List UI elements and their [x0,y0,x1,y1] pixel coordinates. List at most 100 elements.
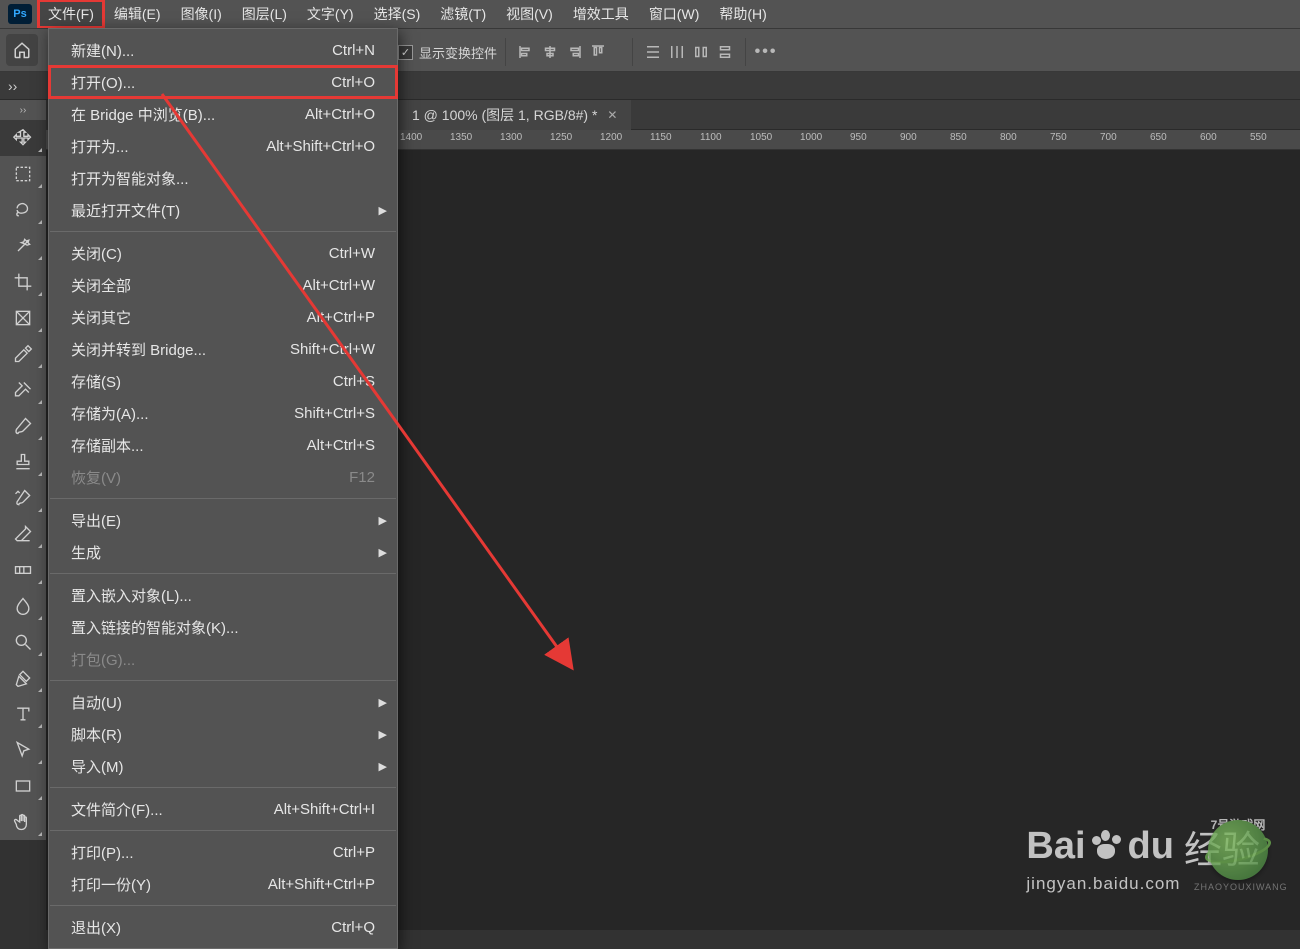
menu-separator [50,573,396,574]
menu-item[interactable]: 在 Bridge 中浏览(B)...Alt+Ctrl+O [49,98,397,130]
menu-separator [50,680,396,681]
menu-item[interactable]: 打开为智能对象... [49,162,397,194]
menu-item[interactable]: 存储(S)Ctrl+S [49,365,397,397]
ruler-tick-label: 800 [1000,132,1017,143]
align-right-icon[interactable] [562,40,586,64]
magic-wand-tool[interactable] [0,228,46,264]
ruler-tick-label: 650 [1150,132,1167,143]
type-tool[interactable] [0,696,46,732]
menu-item[interactable]: 最近打开文件(T)▶ [49,194,397,226]
menu-item-label: 打包(G)... [71,649,135,670]
menu-选择[interactable]: 选择(S) [364,0,431,28]
ruler-tick-label: 1400 [400,132,422,143]
eraser-tool[interactable] [0,516,46,552]
menu-item[interactable]: 打开为...Alt+Shift+Ctrl+O [49,130,397,162]
paw-icon [1090,830,1124,864]
pen-tool[interactable] [0,660,46,696]
healing-tool[interactable] [0,372,46,408]
document-tab[interactable]: 1 @ 100% (图层 1, RGB/8#) * ✕ [398,100,631,130]
more-options-icon[interactable]: ••• [754,40,778,64]
stamp-tool[interactable] [0,444,46,480]
align-left-icon[interactable] [514,40,538,64]
rectangle-tool[interactable] [0,768,46,804]
gradient-tool[interactable] [0,552,46,588]
toolbox-expand-icon[interactable]: ›› [0,100,46,120]
ruler-tick-label: 1100 [700,132,722,143]
blur-tool[interactable] [0,588,46,624]
menu-item-label: 打印一份(Y) [71,874,151,895]
menu-item[interactable]: 生成▶ [49,536,397,568]
menu-文字[interactable]: 文字(Y) [297,0,364,28]
divider [505,38,506,66]
show-transform-checkbox[interactable]: ✓ [398,45,413,60]
menu-图像[interactable]: 图像(I) [171,0,232,28]
menu-item[interactable]: 文件简介(F)...Alt+Shift+Ctrl+I [49,793,397,825]
menu-帮助[interactable]: 帮助(H) [709,0,776,28]
menu-item-label: 最近打开文件(T) [71,200,180,221]
history-brush-tool[interactable] [0,480,46,516]
align-hcenter-icon[interactable] [538,40,562,64]
menu-窗口[interactable]: 窗口(W) [639,0,710,28]
ruler-tick-label: 600 [1200,132,1217,143]
menu-文件[interactable]: 文件(F) [38,0,104,28]
submenu-arrow-icon: ▶ [379,728,387,741]
menu-item[interactable]: 打开(O)...Ctrl+O [49,66,397,98]
home-button[interactable] [6,34,38,66]
menu-item[interactable]: 新建(N)...Ctrl+N [49,34,397,66]
eyedropper-tool[interactable] [0,336,46,372]
menu-item[interactable]: 导出(E)▶ [49,504,397,536]
ruler-tick-label: 900 [900,132,917,143]
menu-滤镜[interactable]: 滤镜(T) [430,0,496,28]
ruler-tick-label: 1350 [450,132,472,143]
dist-h-icon[interactable] [713,40,737,64]
menu-编辑[interactable]: 编辑(E) [104,0,171,28]
menu-item[interactable]: 自动(U)▶ [49,686,397,718]
menu-item[interactable]: 打印(P)...Ctrl+P [49,836,397,868]
align-top-icon[interactable] [586,40,610,64]
menu-item[interactable]: 置入嵌入对象(L)... [49,579,397,611]
path-select-tool[interactable] [0,732,46,768]
site-logo-watermark: 7号游戏网 ZHAOYOUXIWANG [1194,820,1282,908]
menu-item[interactable]: 关闭(C)Ctrl+W [49,237,397,269]
menu-增效工具[interactable]: 增效工具 [563,0,639,28]
menu-item[interactable]: 存储副本...Alt+Ctrl+S [49,429,397,461]
menu-视图[interactable]: 视图(V) [496,0,563,28]
dist-top-icon[interactable] [641,40,665,64]
menu-item-label: 打开为... [71,136,129,157]
crop-tool[interactable] [0,264,46,300]
ruler-tick-label: 1200 [600,132,622,143]
dist-bottom-icon[interactable] [689,40,713,64]
menu-item-shortcut: Ctrl+O [331,74,375,91]
menu-item-label: 在 Bridge 中浏览(B)... [71,104,215,125]
menu-item[interactable]: 脚本(R)▶ [49,718,397,750]
menu-item[interactable]: 关闭其它Alt+Ctrl+P [49,301,397,333]
show-transform-label: 显示变换控件 [419,43,497,62]
close-tab-icon[interactable]: ✕ [607,108,617,122]
ruler-tick-label: 1300 [500,132,522,143]
menu-item[interactable]: 置入链接的智能对象(K)... [49,611,397,643]
menu-item-label: 打印(P)... [71,842,134,863]
hand-tool[interactable] [0,804,46,840]
menu-item-shortcut: Shift+Ctrl+S [294,405,375,422]
dist-vcenter-icon[interactable] [665,40,689,64]
ruler-tick-label: 1150 [650,132,672,143]
dodge-tool[interactable] [0,624,46,660]
menu-separator [50,498,396,499]
move-tool[interactable] [0,120,46,156]
menu-item-label: 导入(M) [71,756,124,777]
watermark-text: du [1128,825,1174,868]
menu-item[interactable]: 导入(M)▶ [49,750,397,782]
brush-tool[interactable] [0,408,46,444]
marquee-tool[interactable] [0,156,46,192]
menu-item[interactable]: 关闭并转到 Bridge...Shift+Ctrl+W [49,333,397,365]
menu-item[interactable]: 打印一份(Y)Alt+Shift+Ctrl+P [49,868,397,900]
frame-tool[interactable] [0,300,46,336]
menu-图层[interactable]: 图层(L) [232,0,297,28]
menu-item[interactable]: 关闭全部Alt+Ctrl+W [49,269,397,301]
menu-item[interactable]: 存储为(A)...Shift+Ctrl+S [49,397,397,429]
menu-item-label: 新建(N)... [71,40,134,61]
ps-logo-icon: Ps [8,4,32,24]
menu-item[interactable]: 退出(X)Ctrl+Q [49,911,397,943]
menu-item: 恢复(V)F12 [49,461,397,493]
lasso-tool[interactable] [0,192,46,228]
